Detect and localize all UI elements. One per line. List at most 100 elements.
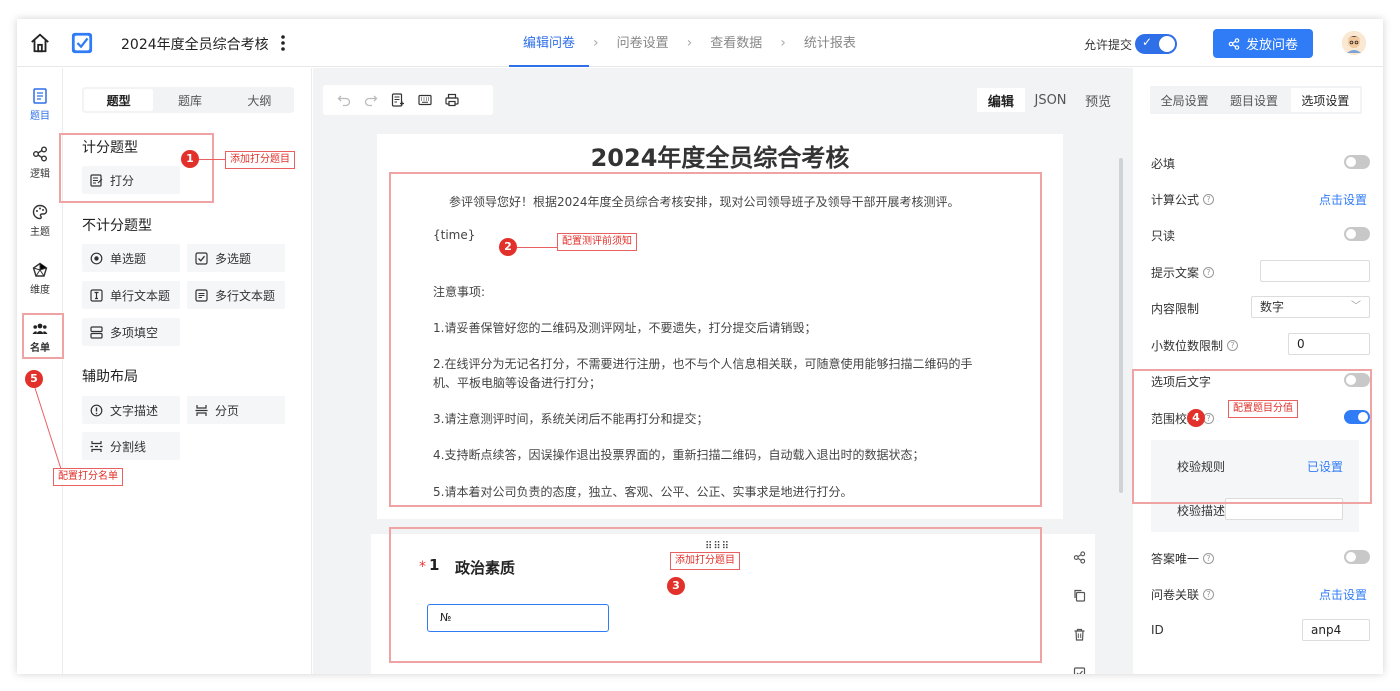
id-input[interactable]: anp4 <box>1302 619 1370 641</box>
help-icon[interactable]: ? <box>1203 194 1215 205</box>
survey-link-settings-link[interactable]: 点击设置 <box>1319 586 1367 603</box>
rail-item-questions[interactable]: 题目 <box>17 88 63 122</box>
tab-option-settings[interactable]: 选项设置 <box>1290 88 1360 112</box>
annotation-number-2: 2 <box>499 238 517 256</box>
keyboard-icon[interactable] <box>418 93 432 107</box>
label-text: 问卷关联 <box>1151 588 1200 602</box>
question-actions <box>1065 534 1095 674</box>
widget-multi-blank[interactable]: 多项填空 <box>82 318 180 346</box>
content-limit-select[interactable]: 数字 ﹀ <box>1251 296 1370 318</box>
annotation-label-1: 添加打分题目 <box>225 151 295 169</box>
rail-item-theme[interactable]: 主题 <box>17 204 63 238</box>
copy-icon[interactable] <box>1073 589 1086 602</box>
print-icon[interactable] <box>445 93 459 107</box>
info-icon <box>90 404 103 416</box>
check-icon: ✓ <box>1142 35 1153 49</box>
select-value: 数字 <box>1260 300 1285 314</box>
rail-label: 维度 <box>30 285 50 296</box>
tab-global-settings[interactable]: 全局设置 <box>1150 86 1219 114</box>
widget-pagination[interactable]: 分页 <box>187 396 285 424</box>
step-survey-settings[interactable]: 问卷设置 <box>603 19 683 67</box>
help-icon[interactable]: ? <box>1203 267 1215 278</box>
annotation-box-2 <box>389 172 1042 507</box>
formula-settings-link[interactable]: 点击设置 <box>1319 191 1367 208</box>
annotation-label-3: 添加打分题目 <box>670 552 740 570</box>
label-text: 提示文案 <box>1151 266 1200 280</box>
tab-question-settings[interactable]: 题目设置 <box>1219 86 1288 114</box>
widget-single-choice[interactable]: 单选题 <box>82 244 180 272</box>
content-limit-label: 内容限制 <box>1151 300 1199 317</box>
document-icon <box>33 88 47 104</box>
paper-title[interactable]: 2024年度全员综合考核 <box>377 138 1063 173</box>
widget-multi-line-text[interactable]: 多行文本题 <box>187 281 285 309</box>
hint-input[interactable] <box>1260 260 1370 282</box>
rail-label: 主题 <box>30 227 50 238</box>
editor-toolbar <box>323 85 493 115</box>
widget-single-line-text[interactable]: 单行文本题 <box>82 281 180 309</box>
tab-question-types[interactable]: 题型 <box>84 89 154 111</box>
annotation-number-3: 3 <box>667 577 685 595</box>
panel-tabs: 题型 题库 大纲 <box>82 87 294 113</box>
tab-question-bank[interactable]: 题库 <box>155 87 224 113</box>
readonly-label: 只读 <box>1151 227 1175 244</box>
redo-icon[interactable] <box>364 93 378 107</box>
import-icon[interactable] <box>391 93 405 107</box>
label-text: 计算公式 <box>1151 193 1200 207</box>
app-window: 2024年度全员综合考核 编辑问卷 › 问卷设置 › 查看数据 › 统计报表 允… <box>17 19 1383 674</box>
publish-label: 发放问卷 <box>1245 38 1298 53</box>
help-icon[interactable]: ? <box>1203 553 1215 564</box>
undo-icon[interactable] <box>337 93 351 107</box>
widget-label: 单选题 <box>110 251 147 266</box>
widget-multi-choice[interactable]: 多选题 <box>187 244 285 272</box>
survey-link-label: 问卷关联? <box>1151 586 1215 603</box>
canvas-scrollbar[interactable] <box>1119 158 1123 493</box>
chevron-right-icon: › <box>686 35 693 51</box>
widget-divider[interactable]: 分割线 <box>82 432 180 460</box>
label-text: ID <box>1151 623 1164 637</box>
chevron-down-icon: ﹀ <box>1351 301 1361 312</box>
tab-outline[interactable]: 大纲 <box>225 87 294 113</box>
home-icon[interactable] <box>29 32 51 54</box>
label-text: 内容限制 <box>1151 302 1200 316</box>
annotation-box-3 <box>389 527 1042 663</box>
save-to-bank-icon[interactable] <box>1073 666 1086 674</box>
publish-survey-button[interactable]: 发放问卷 <box>1213 29 1313 58</box>
widget-text-description[interactable]: 文字描述 <box>82 396 180 424</box>
logic-icon[interactable] <box>1073 551 1086 564</box>
annotation-line-1 <box>199 159 225 160</box>
unique-answer-label: 答案唯一? <box>1151 550 1215 567</box>
readonly-toggle[interactable] <box>1344 227 1370 241</box>
step-edit-survey[interactable]: 编辑问卷 <box>509 19 590 67</box>
multi-blank-icon <box>90 325 103 339</box>
step-view-data[interactable]: 查看数据 <box>696 19 776 67</box>
unique-answer-toggle[interactable] <box>1344 550 1370 564</box>
step-statistics[interactable]: 统计报表 <box>790 19 870 67</box>
delete-icon[interactable] <box>1073 628 1086 641</box>
more-vertical-icon[interactable] <box>279 33 287 53</box>
tab-edit[interactable]: 编辑 <box>977 88 1025 112</box>
checkbox-icon <box>195 251 208 265</box>
tab-json[interactable]: JSON <box>1027 86 1075 114</box>
palette-icon <box>32 204 48 220</box>
annotation-line-2 <box>517 247 557 248</box>
decimal-limit-input[interactable]: 0 <box>1288 333 1370 355</box>
required-toggle[interactable] <box>1344 155 1370 169</box>
step-nav: 编辑问卷 › 问卷设置 › 查看数据 › 统计报表 <box>509 19 870 67</box>
rail-item-logic[interactable]: 逻辑 <box>17 146 63 180</box>
tab-preview[interactable]: 预览 <box>1074 86 1122 114</box>
logic-icon <box>33 146 47 162</box>
help-icon[interactable]: ? <box>1227 340 1239 351</box>
widget-label: 分割线 <box>110 439 147 454</box>
help-icon[interactable]: ? <box>1203 589 1215 600</box>
annotation-label-4: 配置题目分值 <box>1228 400 1298 418</box>
widget-label: 单行文本题 <box>110 288 171 303</box>
widget-label: 分页 <box>215 403 240 418</box>
survey-logo-icon <box>71 32 93 54</box>
widget-label: 多项填空 <box>110 325 159 340</box>
allow-submit-toggle[interactable]: ✓ <box>1135 34 1177 54</box>
id-label: ID <box>1151 623 1164 637</box>
chevron-right-icon: › <box>780 35 786 51</box>
rail-item-dimension[interactable]: 维度 <box>17 262 63 296</box>
user-avatar[interactable] <box>1342 31 1366 55</box>
top-header: 2024年度全员综合考核 编辑问卷 › 问卷设置 › 查看数据 › 统计报表 允… <box>17 19 1383 67</box>
